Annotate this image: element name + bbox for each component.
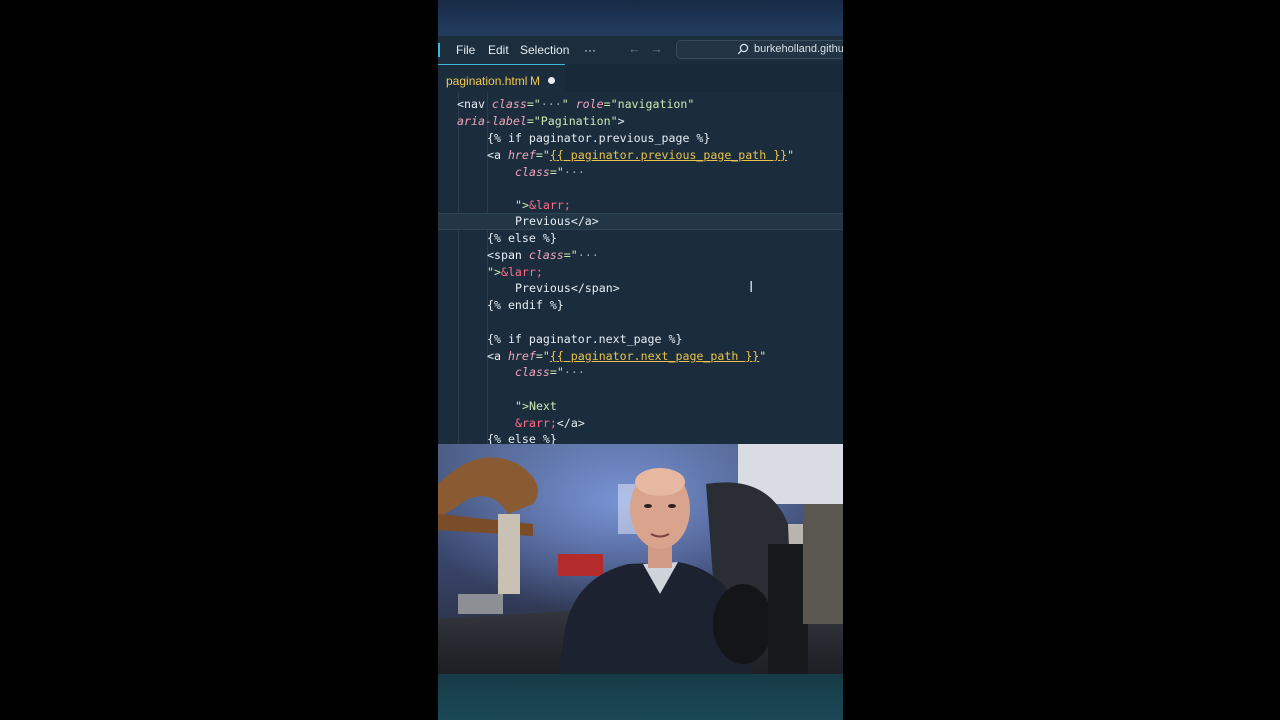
code-token: Previous</span> (515, 281, 620, 295)
code-token: " (561, 97, 576, 111)
code-token: {% else %} (487, 432, 557, 444)
code-token: <nav (457, 97, 492, 111)
code-token: =" (535, 148, 550, 162)
code-token: &larr; (528, 198, 571, 212)
code-line: {% endif %} (438, 297, 843, 314)
code-token: href (507, 148, 536, 162)
presenter-video-image (438, 444, 843, 674)
code-token: ="navigation" (603, 97, 695, 111)
code-line: &rarr;</a> (438, 415, 843, 432)
code-line: {% else %} (438, 431, 843, 444)
code-line: {% if paginator.next_page %} (438, 331, 843, 348)
git-status-badge: M (530, 74, 540, 88)
code-line: aria-label="Pagination"> (438, 113, 843, 130)
code-token: > (617, 114, 625, 128)
code-token: &larr; (500, 265, 543, 279)
forward-arrow-icon[interactable]: → (650, 41, 663, 56)
code-token: =" (535, 349, 550, 363)
code-token: {{ paginator.next_page_path }} (549, 349, 760, 363)
code-token: &rarr; (515, 416, 557, 430)
text-cursor-icon: I (749, 278, 754, 296)
code-line: ">&larr; (438, 197, 843, 214)
code-token: " (759, 349, 767, 363)
code-token: Previous</a> (515, 214, 599, 228)
code-token: =" (549, 365, 564, 379)
menu-selection[interactable]: Selection (520, 43, 569, 57)
code-token: class (528, 248, 564, 262)
search-text: burkeholland.github (754, 43, 843, 55)
code-token: <a (487, 349, 508, 363)
code-line: <a href="{{ paginator.previous_page_path… (438, 147, 843, 164)
top-backdrop (438, 0, 843, 36)
back-arrow-icon[interactable]: ← (628, 41, 641, 56)
title-bar: File Edit Selection ··· ← → burkeholland… (438, 36, 843, 64)
menu-edit[interactable]: Edit (488, 43, 509, 57)
code-line: class="··· (438, 164, 843, 181)
code-token: {% endif %} (487, 298, 564, 312)
modified-dot-icon[interactable] (548, 77, 555, 84)
webcam-overlay (438, 444, 843, 674)
code-token: ··· (563, 365, 585, 379)
code-token: "> (515, 198, 529, 212)
code-line: ">&larr; (438, 264, 843, 281)
code-token: "> (487, 265, 501, 279)
code-token: ··· (577, 248, 599, 262)
code-line: {% if paginator.previous_page %} (438, 130, 843, 147)
code-line-current: Previous</a> (438, 213, 843, 230)
code-editor[interactable]: <nav class="···" role="navigation" aria-… (438, 92, 843, 444)
code-token: href (507, 349, 536, 363)
bottom-backdrop (438, 674, 843, 720)
code-token: ··· (563, 165, 585, 179)
command-center-search[interactable]: burkeholland.github (676, 40, 843, 59)
code-line: class="··· (438, 364, 843, 381)
code-line: <a href="{{ paginator.next_page_path }}" (438, 348, 843, 365)
code-token: {% if paginator.previous_page %} (487, 131, 711, 145)
code-token: class (515, 365, 550, 379)
code-line: <nav class="···" role="navigation" (438, 96, 843, 113)
code-token: ="Pagination" (526, 114, 618, 128)
menu-more[interactable]: ··· (584, 43, 596, 57)
code-line: Previous</span> (438, 280, 843, 297)
code-token: <span (487, 248, 529, 262)
code-token: ··· (540, 97, 562, 111)
code-token: =" (526, 97, 541, 111)
menu-file[interactable]: File (456, 43, 475, 57)
code-token: =" (563, 248, 578, 262)
code-token: =" (549, 165, 564, 179)
editor-tab-bar: pagination.html M (438, 64, 843, 92)
code-token: class (491, 97, 527, 111)
code-line: <span class="··· (438, 247, 843, 264)
code-token: aria-label (457, 114, 527, 128)
code-line: ">Next (438, 398, 843, 415)
code-token: <a (487, 148, 508, 162)
code-token: role (575, 97, 604, 111)
search-icon (737, 43, 749, 55)
code-line: {% else %} (438, 230, 843, 247)
code-token: {% else %} (487, 231, 557, 245)
code-token: </a> (556, 416, 585, 430)
code-token: " (787, 148, 795, 162)
code-token: ">Next (515, 399, 557, 413)
tab-pagination-html[interactable]: pagination.html M (438, 64, 565, 92)
code-token: class (515, 165, 550, 179)
video-frame: File Edit Selection ··· ← → burkeholland… (438, 0, 843, 720)
code-token: {% if paginator.next_page %} (487, 332, 683, 346)
code-token: {{ paginator.previous_page_path }} (549, 148, 788, 162)
tab-filename: pagination.html (446, 74, 528, 88)
activity-indicator (438, 43, 440, 57)
